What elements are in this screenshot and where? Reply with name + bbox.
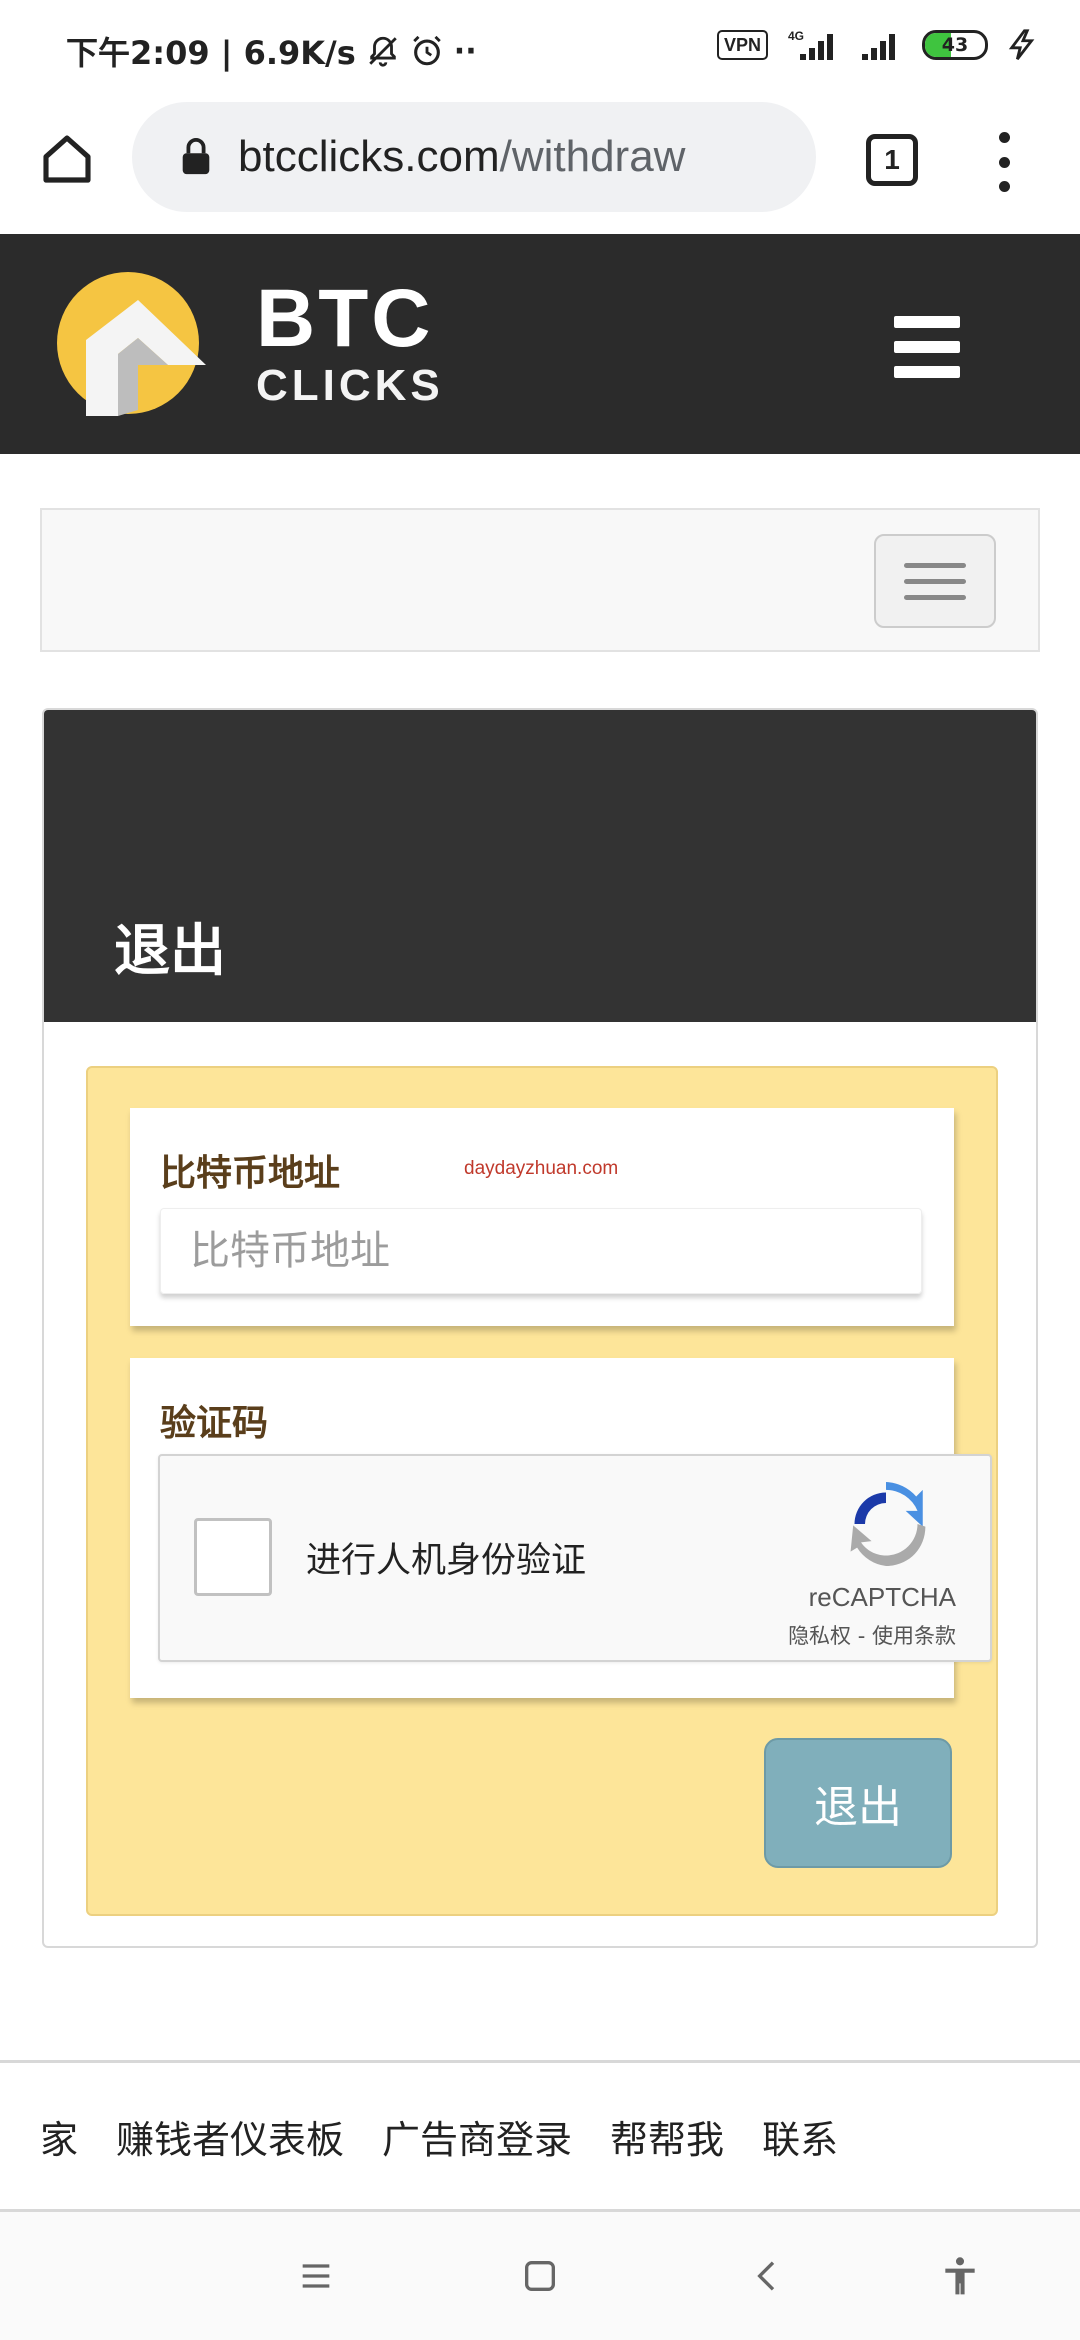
recaptcha-checkbox[interactable] (194, 1518, 272, 1596)
home-button[interactable] (34, 126, 100, 192)
signal-4g-icon: 4G (788, 29, 833, 60)
logo-line1: BTC (256, 273, 434, 364)
status-left: 下午2:09 | 6.9K/s ·· (66, 28, 477, 74)
footer-link-help[interactable]: 帮帮我 (610, 2109, 724, 2164)
site-footer: 家 赚钱者仪表板 广告商登录 帮帮我 联系 (0, 2060, 1080, 2212)
browser-toolbar: btcclicks.com/withdraw 1 (0, 96, 1080, 236)
recaptcha-prompt: 进行人机身份验证 (306, 1541, 587, 1581)
page-title: 退出 (114, 919, 226, 984)
alarm-icon (413, 35, 441, 66)
withdraw-button[interactable]: 退出 (764, 1738, 952, 1868)
captcha-label: 验证码 (160, 1403, 269, 1444)
recaptcha-links[interactable]: 隐私权 - 使用条款 (788, 1620, 956, 1650)
withdraw-form: 比特币地址 daydayzhuan.com 验证码 进行人机身份验证 reCAP… (86, 1066, 998, 1916)
bell-off-icon (369, 36, 397, 67)
chevron-left-icon (757, 2261, 775, 2291)
watermark-text: daydayzhuan.com (464, 1158, 619, 1179)
site-logo[interactable]: BTC CLICKS (56, 270, 444, 416)
url-domain: btcclicks.com (238, 132, 500, 181)
captcha-card: 验证码 进行人机身份验证 reCAPTCHA 隐私权 - 使用条款 (130, 1358, 992, 1698)
footer-link-advertiser-login[interactable]: 广告商登录 (382, 2109, 572, 2164)
secondary-navbar (40, 508, 1040, 652)
menu-icon (302, 2264, 330, 2288)
withdraw-panel: 退出 比特币地址 daydayzhuan.com 验证码 进行人机身份验证 re… (42, 708, 1038, 1948)
signal-icon (862, 34, 895, 60)
address-label: 比特币地址 (160, 1153, 341, 1194)
status-bar: 下午2:09 | 6.9K/s ·· VPN 4G 43 (0, 0, 1080, 96)
battery-indicator: 43 (922, 30, 988, 60)
url-text: btcclicks.com/withdraw (238, 132, 685, 182)
address-bar[interactable]: btcclicks.com/withdraw (132, 102, 816, 212)
charging-icon (1008, 29, 1035, 61)
status-right: VPN 4G 43 (716, 28, 1040, 62)
network-label: 4G (788, 29, 804, 43)
footer-link-earner-dashboard[interactable]: 赚钱者仪表板 (116, 2109, 344, 2164)
accessibility-button[interactable] (932, 2248, 988, 2304)
system-navigation-bar (0, 2212, 1080, 2340)
home-nav-button[interactable] (512, 2248, 568, 2304)
site-menu-icon[interactable] (894, 316, 960, 378)
accessibility-icon (945, 2257, 975, 2295)
tab-count: 1 (884, 144, 900, 175)
more-notifications-icon: ·· (453, 33, 477, 69)
lock-icon (182, 138, 210, 175)
navbar-toggle-button[interactable] (874, 534, 996, 628)
footer-link-home[interactable]: 家 (40, 2109, 78, 2164)
recent-apps-button[interactable] (288, 2248, 344, 2304)
panel-header: 退出 (44, 710, 1036, 1022)
address-card: 比特币地址 daydayzhuan.com (130, 1108, 954, 1326)
status-time: 下午2:09 | 6.9K/s (66, 34, 356, 72)
bitcoin-address-input[interactable] (160, 1208, 922, 1294)
battery-percent: 43 (941, 34, 969, 56)
recaptcha-brand: reCAPTCHA (808, 1582, 956, 1612)
logo-line2: CLICKS (256, 361, 444, 410)
recaptcha-widget: 进行人机身份验证 reCAPTCHA 隐私权 - 使用条款 (158, 1454, 992, 1662)
home-icon (43, 135, 91, 183)
footer-link-contact[interactable]: 联系 (762, 2109, 838, 2164)
vpn-badge: VPN (716, 30, 768, 60)
site-header: BTC CLICKS (0, 234, 1080, 454)
more-vert-icon[interactable] (984, 132, 1024, 192)
back-button[interactable] (740, 2248, 796, 2304)
square-icon (525, 2261, 555, 2291)
recaptcha-icon (850, 1482, 926, 1566)
logo-text: BTC CLICKS (256, 278, 444, 408)
url-path: /withdraw (499, 132, 686, 181)
tabs-button[interactable]: 1 (866, 134, 918, 186)
logo-icon (57, 272, 206, 416)
